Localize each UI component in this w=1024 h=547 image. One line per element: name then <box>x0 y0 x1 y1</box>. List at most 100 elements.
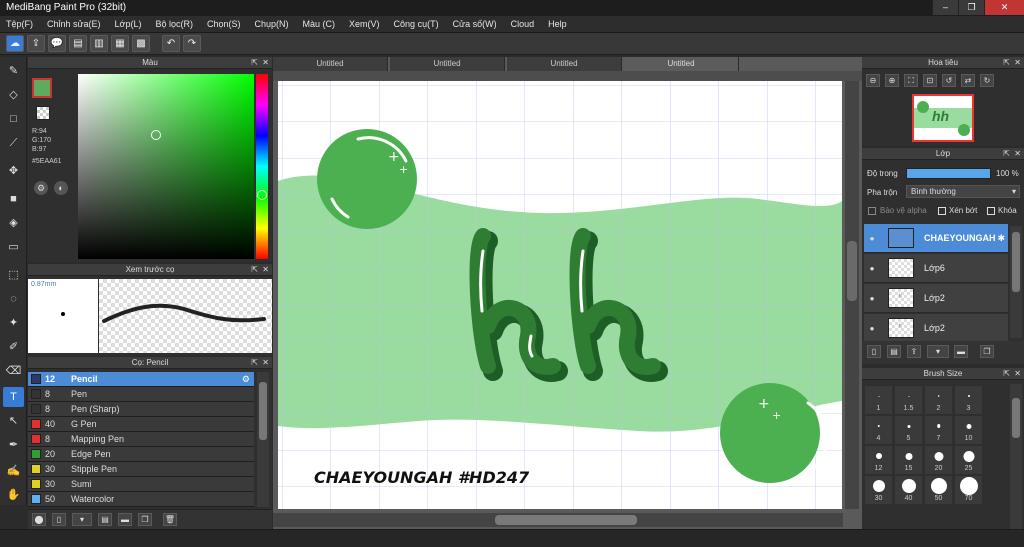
brush-row[interactable]: 30 Stipple Pen <box>28 462 254 477</box>
zoom-out-icon[interactable]: ⊖ <box>866 74 880 87</box>
brush-size-cell[interactable]: 3 <box>955 386 982 414</box>
folder-icon[interactable]: ▬ <box>954 345 968 358</box>
cloud-icon[interactable]: ☁ <box>6 35 24 52</box>
select-eraser-tool-icon[interactable]: ⌫ <box>3 361 24 381</box>
magic-wand-tool-icon[interactable]: ✦ <box>3 313 24 333</box>
eye-icon[interactable]: ● <box>864 294 880 303</box>
saturation-value-square[interactable] <box>78 74 254 259</box>
document-icon[interactable]: ▤ <box>69 35 87 52</box>
dot-tool-icon[interactable]: ⟋ <box>3 133 24 153</box>
layer-row[interactable]: ● Lớp6 <box>864 254 1008 283</box>
flip-icon[interactable]: ⇄ <box>961 74 975 87</box>
menu-edit[interactable]: Chỉnh sửa(E) <box>47 19 101 29</box>
detach-icon[interactable]: ⇱ <box>251 57 258 69</box>
eraser-tool-icon[interactable]: ◇ <box>3 85 24 105</box>
brush-size-cell[interactable]: 15 <box>895 446 922 474</box>
minimize-button[interactable]: – <box>932 0 958 15</box>
zoom-in-icon[interactable]: ⊕ <box>885 74 899 87</box>
brush-size-cell[interactable]: 1.5 <box>895 386 922 414</box>
grid-icon[interactable]: ▩ <box>132 35 150 52</box>
hand-tool-icon[interactable]: ✋ <box>3 485 24 505</box>
brush-tool-icon[interactable]: ✎ <box>3 61 24 81</box>
canvas-vscroll-thumb[interactable] <box>847 241 857 301</box>
brush-row[interactable]: 20 Edge Pen <box>28 447 254 462</box>
move-tool-icon[interactable]: ✥ <box>3 161 24 181</box>
drawing-canvas[interactable]: + + + + CHAEYOUNGAH #HD247 <box>278 81 842 509</box>
actual-size-icon[interactable]: ⊡ <box>923 74 937 87</box>
tab-untitled-3[interactable]: Untitled <box>507 57 622 71</box>
brush-size-cell[interactable]: 2 <box>925 386 952 414</box>
detach-icon[interactable]: ⇱ <box>1003 368 1010 380</box>
text-tool-icon[interactable]: T <box>3 387 24 407</box>
brush-size-cell[interactable]: 40 <box>895 476 922 504</box>
canvas-hscroll-thumb[interactable] <box>495 515 637 525</box>
eye-icon[interactable]: ● <box>864 234 880 243</box>
brush-list-scrollbar[interactable] <box>257 372 269 507</box>
menu-window[interactable]: Cửa số(W) <box>453 19 497 29</box>
brush-size-cell[interactable]: 70 <box>955 476 982 504</box>
select-rect-tool-icon[interactable]: ⬚ <box>3 265 24 285</box>
import-layer-icon[interactable]: ⇪ <box>907 345 921 358</box>
menu-cloud[interactable]: Cloud <box>511 19 535 29</box>
brush-size-cell[interactable]: 5 <box>895 416 922 444</box>
detach-icon[interactable]: ⇱ <box>1003 148 1010 160</box>
close-icon[interactable]: ✕ <box>262 57 269 69</box>
lock-checkbox[interactable] <box>987 207 995 215</box>
undo-icon[interactable]: ↶ <box>162 35 180 52</box>
tab-untitled-2[interactable]: Untitled <box>390 57 505 71</box>
detach-icon[interactable]: ⇱ <box>1003 57 1010 69</box>
close-button[interactable]: ✕ <box>984 0 1024 15</box>
brush-options-icon[interactable]: ▾ <box>72 513 92 526</box>
bucket-tool-icon[interactable]: ◈ <box>3 213 24 233</box>
gradient-tool-icon[interactable]: ▭ <box>3 237 24 257</box>
brush-row[interactable]: 8 Pen (Sharp) <box>28 402 254 417</box>
brush-size-cell[interactable]: 10 <box>955 416 982 444</box>
fill-rect-tool-icon[interactable]: ■ <box>3 189 24 209</box>
shape-tool-icon[interactable]: □ <box>3 109 24 129</box>
menu-color[interactable]: Màu (C) <box>303 19 336 29</box>
gear-icon[interactable]: ⚙ <box>242 374 250 385</box>
comment-icon[interactable]: 💬 <box>48 35 66 52</box>
tab-untitled-1[interactable]: Untitled <box>273 57 388 71</box>
gear-icon[interactable]: ✱ <box>998 233 1006 244</box>
protect-alpha-checkbox[interactable] <box>868 207 876 215</box>
layer-scrollbar[interactable] <box>1010 226 1022 338</box>
brush-row[interactable]: 40 G Pen <box>28 417 254 432</box>
eyedropper-tool-icon[interactable]: ✒ <box>3 435 24 455</box>
menu-snap[interactable]: Chụp(N) <box>255 19 289 29</box>
menu-file[interactable]: Tệp(F) <box>6 19 33 29</box>
close-icon[interactable]: ✕ <box>1014 368 1021 380</box>
lasso-tool-icon[interactable]: ◌ <box>3 289 24 309</box>
layer-scroll-thumb[interactable] <box>1012 232 1020 292</box>
page-icon[interactable]: ▥ <box>90 35 108 52</box>
brush-size-cell[interactable]: 1 <box>865 386 892 414</box>
hue-slider-handle[interactable] <box>257 190 267 200</box>
brush-size-cell[interactable]: 12 <box>865 446 892 474</box>
brush-size-scroll-thumb[interactable] <box>1012 398 1020 438</box>
pen-tool-icon[interactable]: ✍ <box>3 461 24 481</box>
tab-untitled-4[interactable]: Untitled <box>624 57 739 71</box>
blend-mode-select[interactable]: Bình thường ▾ <box>906 185 1020 198</box>
layer-row[interactable]: ● ʰ Lớp2 <box>864 284 1008 313</box>
panel-icon[interactable]: ▦ <box>111 35 129 52</box>
eye-icon[interactable]: ● <box>864 264 880 273</box>
brush-size-cell[interactable]: 25 <box>955 446 982 474</box>
rotate-left-icon[interactable]: ↺ <box>942 74 956 87</box>
new-halftone-layer-icon[interactable]: ▤ <box>887 345 901 358</box>
select-pen-tool-icon[interactable]: ✐ <box>3 337 24 357</box>
canvas-horizontal-scrollbar[interactable] <box>273 513 843 527</box>
brush-list-scroll-thumb[interactable] <box>259 382 267 440</box>
share-icon[interactable]: ⇪ <box>27 35 45 52</box>
menu-filter[interactable]: Bộ lọc(R) <box>155 19 193 29</box>
clipping-checkbox[interactable] <box>938 207 946 215</box>
close-icon[interactable]: ✕ <box>262 357 269 369</box>
trash-icon[interactable]: 🗑 <box>163 513 177 526</box>
brush-size-cell[interactable]: 7 <box>925 416 952 444</box>
layer-options-icon[interactable]: ▾ <box>927 345 949 358</box>
menu-help[interactable]: Help <box>548 19 567 29</box>
hue-slider[interactable] <box>256 74 268 259</box>
color-picker-icon[interactable]: ◐ <box>54 181 68 195</box>
menu-select[interactable]: Chọn(S) <box>207 19 241 29</box>
brush-size-scrollbar[interactable] <box>1010 384 1022 530</box>
menu-layer[interactable]: Lớp(L) <box>115 19 142 29</box>
